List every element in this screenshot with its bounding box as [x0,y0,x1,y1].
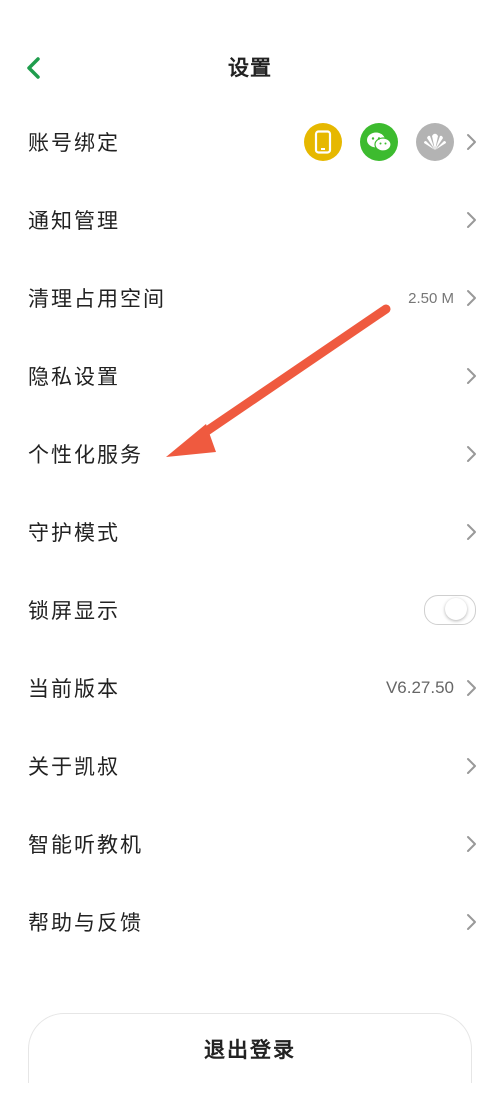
version-value: V6.27.50 [385,678,454,697]
notification-management-row[interactable]: 通知管理 [0,181,500,259]
row-right [454,756,478,776]
chevron-right-icon [467,446,476,462]
wechat-binding-button[interactable] [360,123,398,161]
row-right [454,912,478,932]
row-label: 个性化服务 [28,443,143,467]
huawei-icon [424,133,446,150]
privacy-settings-row[interactable]: 隐私设置 [0,337,500,415]
row-right [454,522,478,542]
chevron-right-icon [467,290,476,306]
chevron-right-icon [467,680,476,696]
row-right [454,210,478,230]
chevron-right-icon [467,914,476,930]
personalized-service-row[interactable]: 个性化服务 [0,415,500,493]
wechat-icon [367,132,392,152]
header-bar: 设置 [0,0,500,120]
smart-device-row[interactable]: 智能听教机 [0,805,500,883]
row-label: 通知管理 [28,209,120,233]
row-label: 智能听教机 [28,833,143,857]
logout-button[interactable]: 退出登录 [28,1013,472,1083]
row-right: 2.50 M [408,288,478,308]
row-right [424,595,478,625]
row-label: 锁屏显示 [28,599,120,623]
account-binding-row[interactable]: 账号绑定 [0,103,500,181]
row-label: 清理占用空间 [28,287,166,311]
lock-screen-toggle[interactable] [424,595,476,625]
huawei-binding-button[interactable] [416,123,454,161]
about-row[interactable]: 关于凯叔 [0,727,500,805]
row-right: V6.27.50 [386,678,478,698]
guardian-mode-row[interactable]: 守护模式 [0,493,500,571]
row-label: 守护模式 [28,521,120,545]
row-right [304,123,478,161]
row-label: 当前版本 [28,677,120,701]
storage-size-value: 2.50 M [408,289,454,307]
phone-icon [314,130,332,154]
current-version-row[interactable]: 当前版本 V6.27.50 [0,649,500,727]
page-title: 设置 [228,56,272,80]
toggle-knob [445,598,467,620]
chevron-right-icon [467,524,476,540]
chevron-right-icon [467,134,476,150]
chevron-right-icon [467,758,476,774]
row-label: 账号绑定 [28,131,120,155]
chevron-right-icon [467,368,476,384]
lock-screen-display-row: 锁屏显示 [0,571,500,649]
phone-binding-button[interactable] [304,123,342,161]
help-feedback-row[interactable]: 帮助与反馈 [0,883,500,961]
row-right [454,444,478,464]
row-right [454,834,478,854]
row-label: 隐私设置 [28,365,120,389]
chevron-right-icon [467,836,476,852]
settings-list: 账号绑定 通知管理 清理占用空间 2.50 M 隐私设置 个性化服务 守护模式 … [0,103,500,961]
row-label: 关于凯叔 [28,755,120,779]
chevron-right-icon [467,212,476,228]
row-right [454,366,478,386]
row-label: 帮助与反馈 [28,911,143,935]
clear-storage-row[interactable]: 清理占用空间 2.50 M [0,259,500,337]
